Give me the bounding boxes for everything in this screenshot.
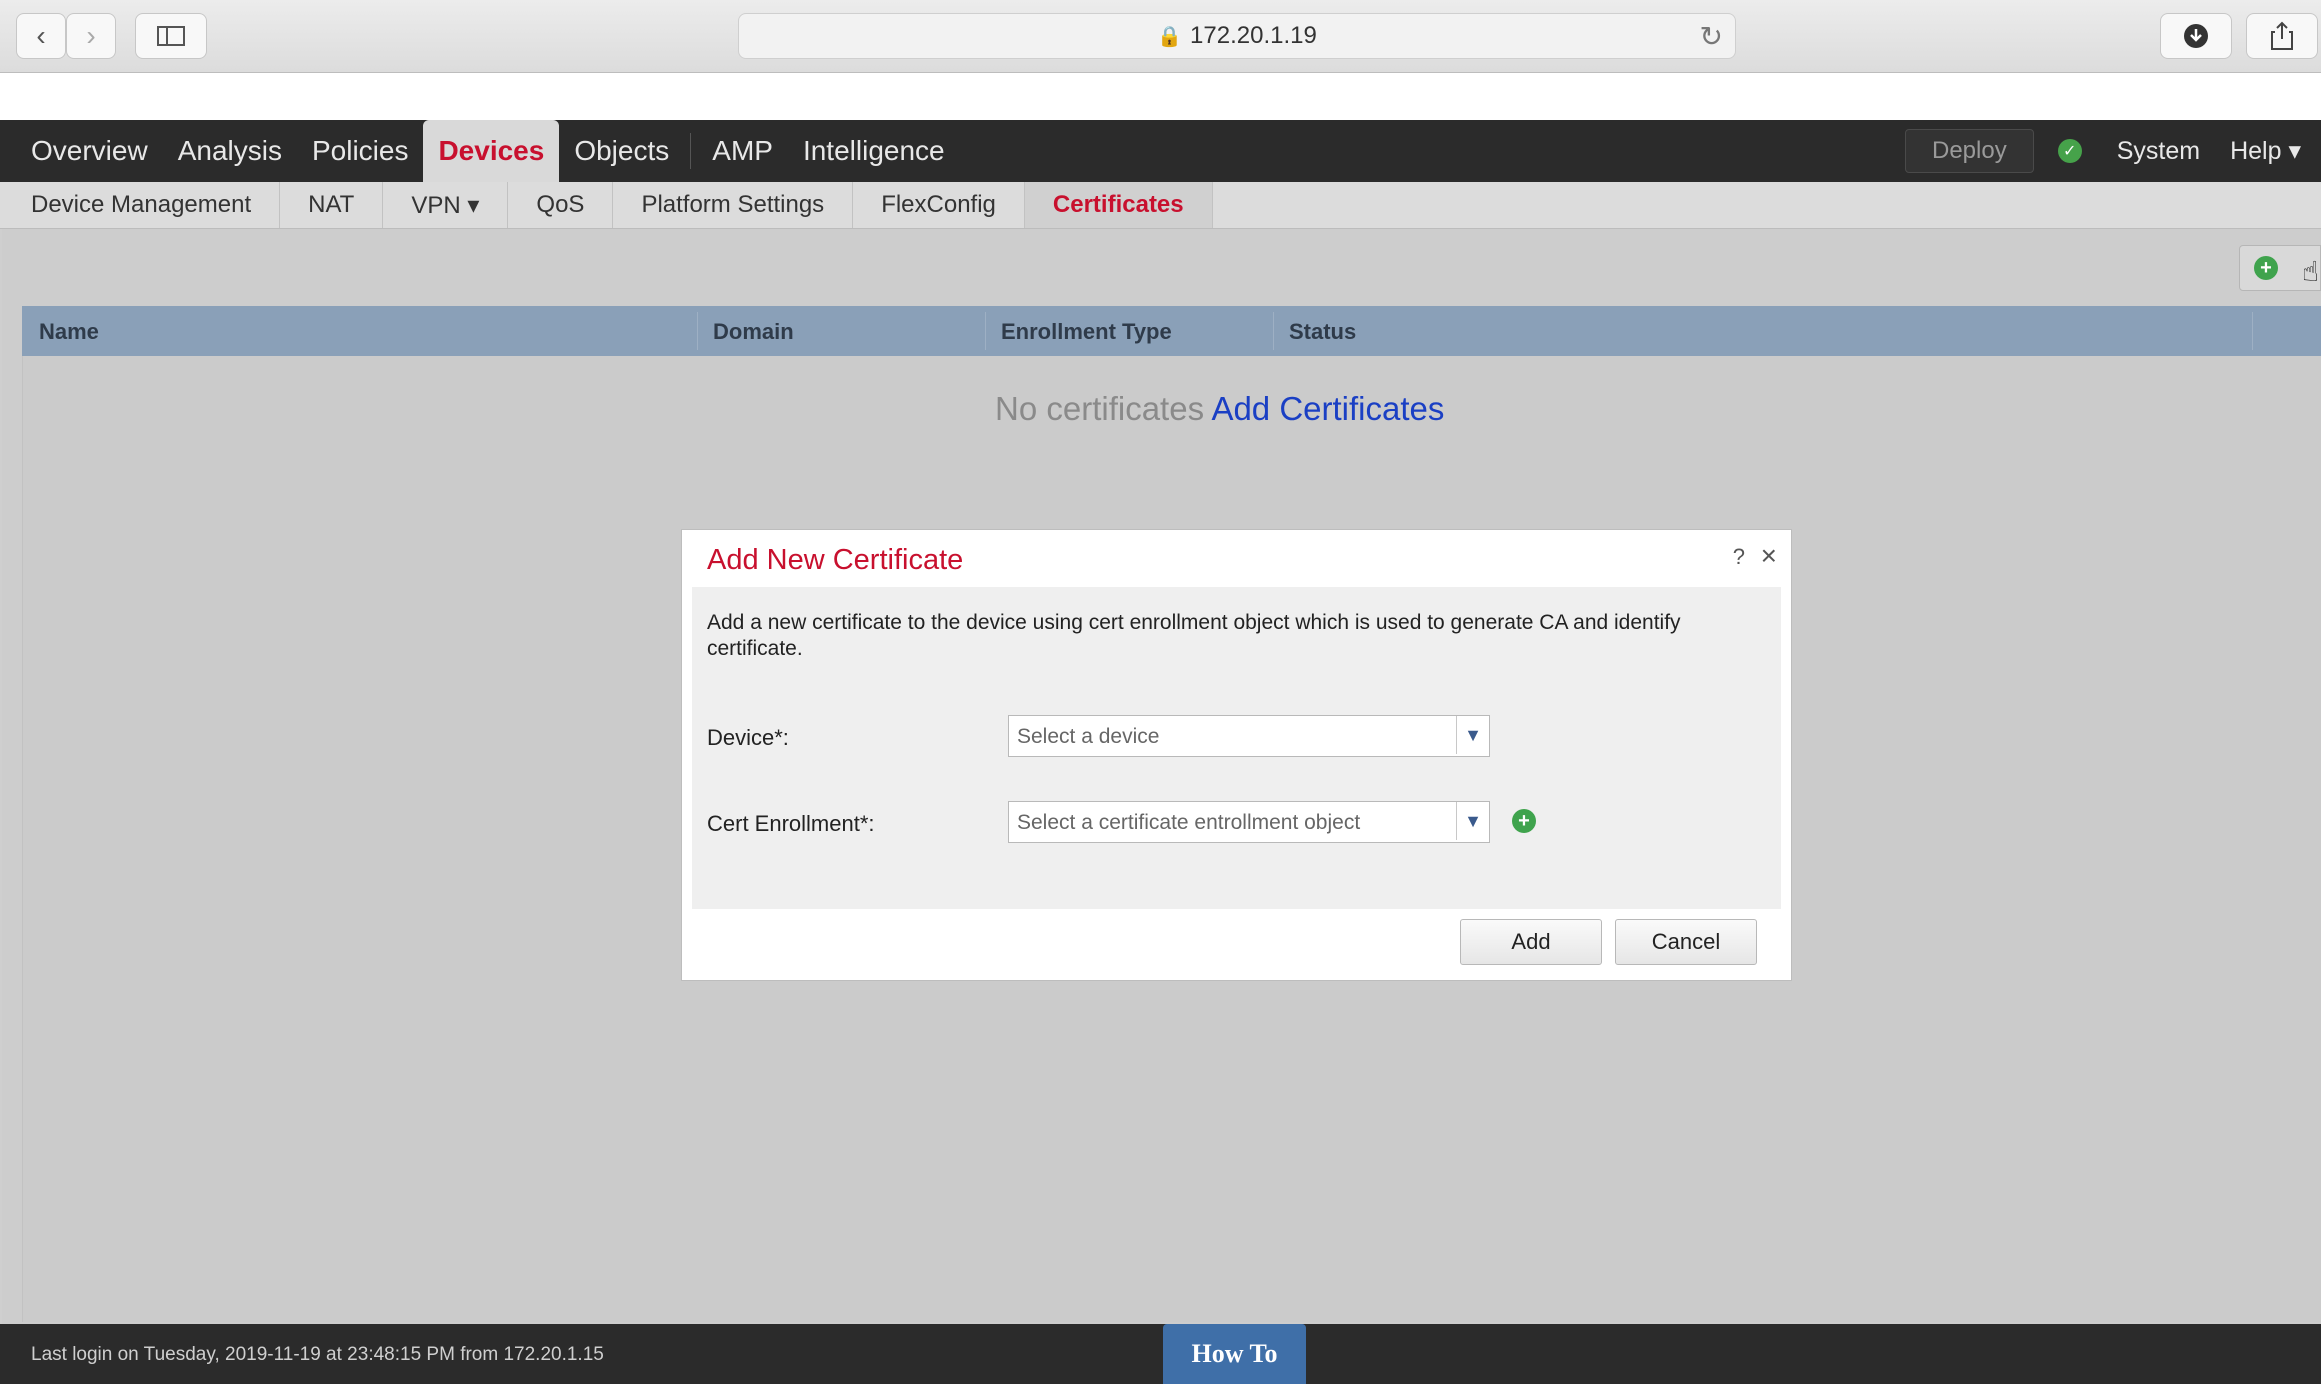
url-text: 172.20.1.19	[1190, 22, 1317, 49]
device-select[interactable]: Select a device ▼	[1008, 715, 1490, 757]
chevron-right-icon: ›	[86, 20, 96, 51]
back-button[interactable]: ‹	[16, 13, 66, 59]
chevron-down-icon[interactable]: ▼	[1456, 802, 1489, 840]
empty-state-text: No certificates	[995, 390, 1205, 427]
tab-qos[interactable]: QoS	[508, 182, 614, 228]
dialog-title: Add New Certificate	[707, 544, 964, 576]
cert-enrollment-label: Cert Enrollment*:	[707, 811, 875, 836]
nav-policies[interactable]: Policies	[297, 120, 423, 182]
add-certificate-dialog: Add New Certificate ? × Add a new certif…	[681, 529, 1792, 981]
close-icon[interactable]: ×	[1761, 540, 1777, 572]
how-to-button[interactable]: How To	[1163, 1324, 1306, 1384]
forward-button[interactable]: ›	[66, 13, 116, 59]
column-divider	[2252, 312, 2253, 350]
device-label: Device*:	[707, 725, 789, 750]
column-name[interactable]: Name	[39, 319, 99, 345]
dialog-body: Add a new certificate to the device usin…	[692, 587, 1781, 909]
column-domain[interactable]: Domain	[713, 319, 794, 345]
deploy-button[interactable]: Deploy	[1905, 129, 2034, 173]
sidebar-icon	[157, 26, 185, 46]
main-navigation: Overview Analysis Policies Devices Objec…	[0, 120, 2321, 182]
cancel-button[interactable]: Cancel	[1615, 919, 1757, 965]
column-divider	[1273, 312, 1274, 350]
last-login-text: Last login on Tuesday, 2019-11-19 at 23:…	[31, 1344, 604, 1365]
nav-divider	[690, 133, 692, 169]
help-icon[interactable]: ?	[1733, 544, 1745, 570]
cert-enrollment-select[interactable]: Select a certificate entrollment object …	[1008, 801, 1490, 843]
tab-flexconfig[interactable]: FlexConfig	[853, 182, 1025, 228]
column-status[interactable]: Status	[1289, 319, 1356, 345]
nav-devices[interactable]: Devices	[423, 120, 560, 182]
device-placeholder: Select a device	[1017, 725, 1160, 748]
downloads-button[interactable]	[2160, 13, 2232, 59]
tab-platform-settings[interactable]: Platform Settings	[613, 182, 854, 228]
download-icon	[2184, 24, 2208, 48]
empty-state: No certificates Add Certificates	[995, 390, 1444, 428]
tab-device-management[interactable]: Device Management	[0, 182, 281, 228]
chevron-left-icon: ‹	[36, 20, 46, 51]
column-enrollment-type[interactable]: Enrollment Type	[1001, 319, 1172, 345]
add-icon: +	[2254, 256, 2278, 280]
cert-enrollment-placeholder: Select a certificate entrollment object	[1017, 811, 1361, 834]
reload-icon[interactable]: ↻	[1700, 20, 1723, 53]
dialog-description: Add a new certificate to the device usin…	[707, 611, 1681, 660]
add-button[interactable]: Add	[1460, 919, 1602, 965]
column-divider	[985, 312, 986, 350]
share-icon	[2271, 21, 2293, 50]
add-enrollment-icon[interactable]: +	[1512, 809, 1536, 833]
nav-overview[interactable]: Overview	[16, 120, 163, 182]
column-divider	[697, 312, 698, 350]
lock-icon: 🔒	[1157, 25, 1183, 48]
nav-system[interactable]: System	[2102, 120, 2215, 182]
nav-amp[interactable]: AMP	[697, 120, 788, 182]
add-certificates-link[interactable]: Add Certificates	[1211, 390, 1444, 427]
nav-help[interactable]: Help ▾	[2215, 120, 2321, 182]
nav-objects[interactable]: Objects	[559, 120, 684, 182]
sub-navigation: Device Management NAT VPN ▾ QoS Platform…	[0, 182, 2321, 229]
table-header: Name Domain Enrollment Type Status	[22, 306, 2321, 356]
nav-intelligence[interactable]: Intelligence	[788, 120, 960, 182]
share-button[interactable]	[2246, 13, 2318, 59]
nav-analysis[interactable]: Analysis	[163, 120, 297, 182]
page-top-strip	[0, 73, 2321, 120]
browser-toolbar: ‹ › 🔒 172.20.1.19 ↻	[0, 0, 2321, 73]
address-bar[interactable]: 🔒 172.20.1.19 ↻	[738, 13, 1736, 59]
tab-nat[interactable]: NAT	[280, 182, 384, 228]
tab-vpn[interactable]: VPN ▾	[383, 182, 509, 228]
pointer-cursor-icon: ☝	[2301, 256, 2319, 287]
sidebar-toggle-button[interactable]	[135, 13, 207, 59]
footer-bar: Last login on Tuesday, 2019-11-19 at 23:…	[0, 1324, 2321, 1384]
health-status-icon[interactable]: ✓	[2057, 139, 2082, 163]
tab-certificates[interactable]: Certificates	[1024, 182, 1213, 228]
chevron-down-icon[interactable]: ▼	[1456, 716, 1489, 754]
